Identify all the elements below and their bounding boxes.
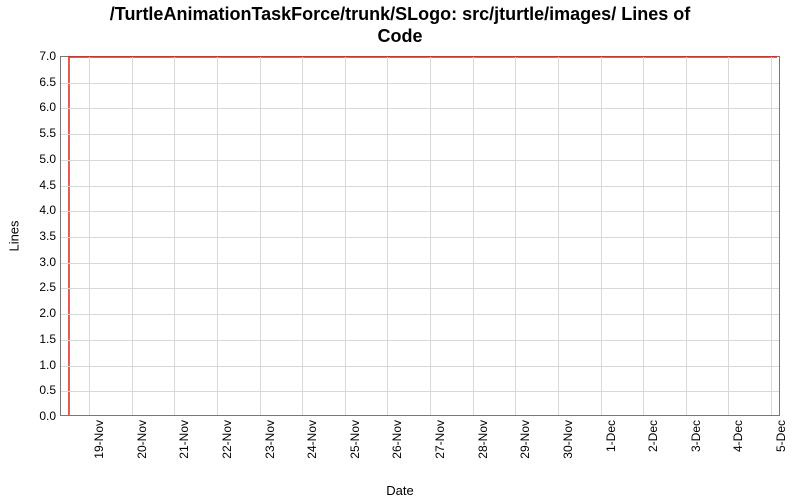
gridline-v [771,57,772,415]
gridline-v [728,57,729,415]
x-tick-label: 20-Nov [135,420,149,459]
gridline-h [61,263,779,264]
gridline-v [430,57,431,415]
gridline-v [345,57,346,415]
chart-title: /TurtleAnimationTaskForce/trunk/SLogo: s… [0,4,800,47]
gridline-v [302,57,303,415]
gridline-h [61,237,779,238]
gridline-h [61,160,779,161]
gridline-v [643,57,644,415]
chart: /TurtleAnimationTaskForce/trunk/SLogo: s… [0,0,800,500]
chart-title-line2: Code [378,26,423,46]
x-tick-label: 4-Dec [731,420,745,452]
gridline-v [473,57,474,415]
gridline-h [61,288,779,289]
y-tick-label: 7.0 [6,49,56,63]
x-tick-label: 25-Nov [348,420,362,459]
gridline-h [61,83,779,84]
x-tick-label: 23-Nov [263,420,277,459]
gridline-h [61,186,779,187]
y-tick-label: 1.5 [6,332,56,346]
gridline-v [89,57,90,415]
y-tick-label: 4.5 [6,178,56,192]
x-tick-label: 28-Nov [476,420,490,459]
gridline-v [132,57,133,415]
gridline-h [61,108,779,109]
x-tick-label: 26-Nov [390,420,404,459]
x-tick-label: 3-Dec [689,420,703,452]
y-tick-label: 2.5 [6,280,56,294]
x-tick-label: 29-Nov [518,420,532,459]
x-tick-label: 1-Dec [604,420,618,452]
gridline-h [61,314,779,315]
x-tick-label: 19-Nov [92,420,106,459]
gridline-v [174,57,175,415]
gridline-h [61,391,779,392]
y-tick-label: 1.0 [6,358,56,372]
gridline-h [61,211,779,212]
gridline-h [61,340,779,341]
gridline-v [515,57,516,415]
gridline-h [61,366,779,367]
y-tick-label: 5.5 [6,126,56,140]
y-tick-label: 2.0 [6,306,56,320]
x-tick-label: 2-Dec [646,420,660,452]
gridline-h [61,134,779,135]
y-tick-label: 4.0 [6,203,56,217]
gridline-v [558,57,559,415]
series-line [61,57,779,415]
y-tick-label: 6.0 [6,100,56,114]
y-tick-label: 3.5 [6,229,56,243]
x-tick-label: 21-Nov [177,420,191,459]
plot-area [60,56,780,416]
gridline-v [601,57,602,415]
x-tick-label: 27-Nov [433,420,447,459]
x-tick-label: 22-Nov [220,420,234,459]
y-tick-label: 5.0 [6,152,56,166]
x-axis-label: Date [0,483,800,498]
gridline-v [686,57,687,415]
y-tick-label: 3.0 [6,255,56,269]
y-tick-label: 6.5 [6,75,56,89]
gridline-v [260,57,261,415]
chart-title-line1: /TurtleAnimationTaskForce/trunk/SLogo: s… [110,4,690,24]
x-tick-label: 5-Dec [774,420,788,452]
x-tick-label: 24-Nov [305,420,319,459]
gridline-v [217,57,218,415]
x-tick-label: 30-Nov [561,420,575,459]
gridline-v [387,57,388,415]
y-tick-label: 0.0 [6,409,56,423]
y-tick-label: 0.5 [6,383,56,397]
